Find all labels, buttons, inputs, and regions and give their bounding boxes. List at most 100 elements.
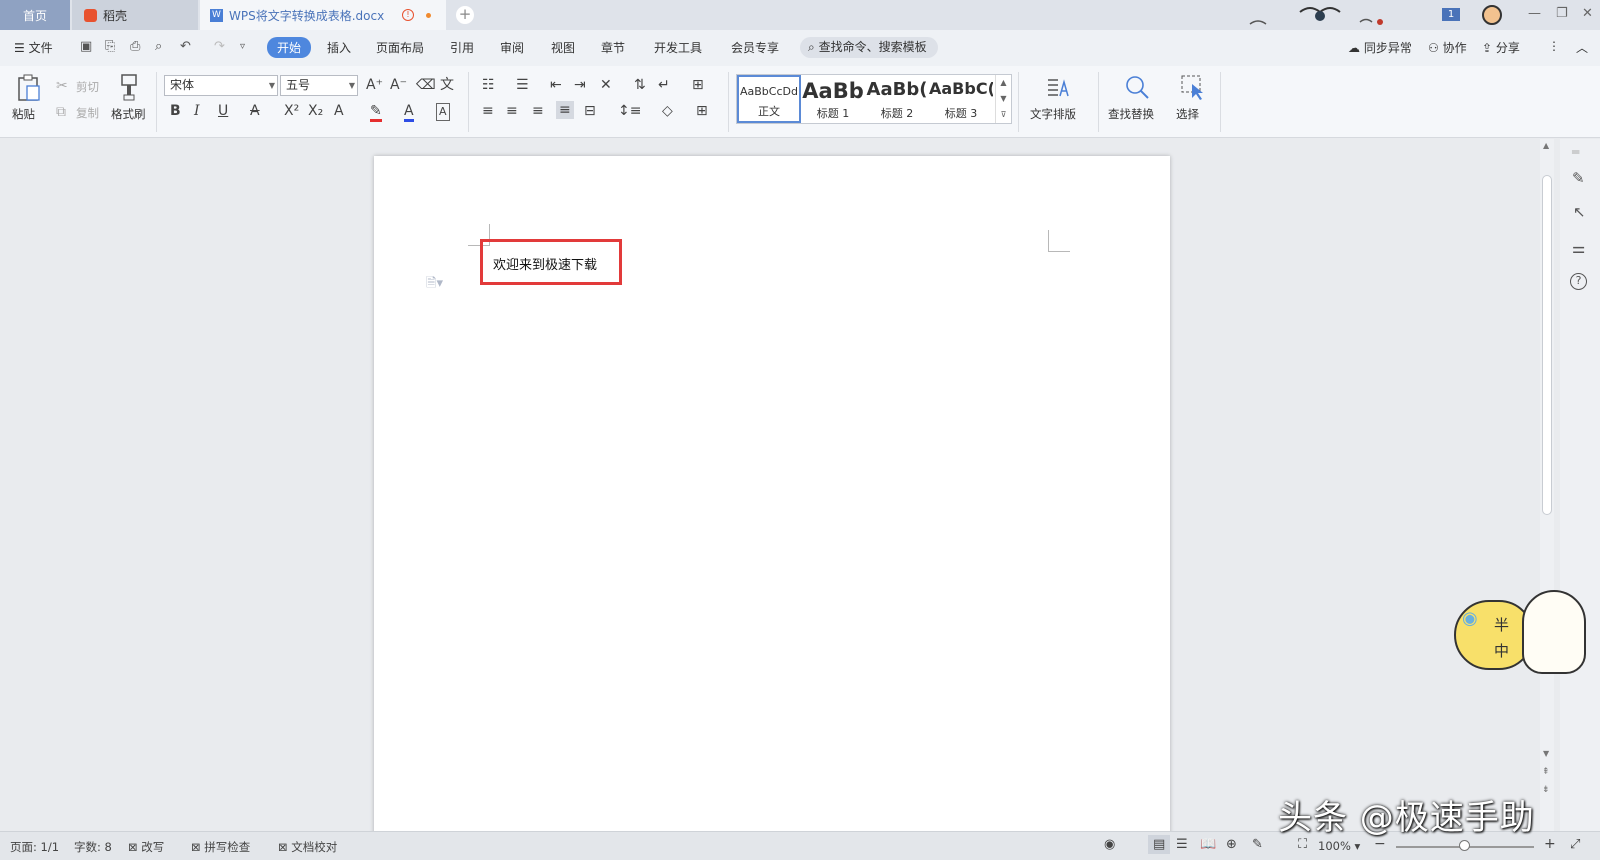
- page-indicator[interactable]: 页面: 1/1: [10, 839, 59, 855]
- scrollbar-thumb[interactable]: [1542, 175, 1552, 515]
- underline-icon[interactable]: U: [218, 103, 228, 119]
- sync-status-button[interactable]: ☁ 同步异常: [1348, 39, 1412, 56]
- increase-indent-icon[interactable]: ⇥: [574, 77, 586, 93]
- fullscreen-icon[interactable]: ⤢: [1570, 837, 1580, 852]
- new-tab-button[interactable]: +: [456, 6, 474, 24]
- page-view-icon[interactable]: ▤: [1148, 835, 1171, 854]
- tab-start[interactable]: 开始: [267, 37, 312, 58]
- print-icon[interactable]: ⎙: [130, 39, 140, 54]
- web-view-icon[interactable]: ⊕: [1226, 837, 1237, 852]
- subscript-icon[interactable]: X₂: [308, 103, 323, 119]
- adjust-icon[interactable]: ⚌: [1572, 239, 1585, 257]
- increase-font-icon[interactable]: A⁺: [366, 77, 383, 93]
- tab-member[interactable]: 会员专享: [731, 39, 779, 56]
- collapse-ribbon-icon[interactable]: ︿: [1576, 39, 1588, 56]
- vertical-scrollbar[interactable]: ▲ ▼ ⇞ ⇟: [1540, 139, 1554, 831]
- zoom-level[interactable]: 100% ▾: [1318, 839, 1360, 853]
- document-page[interactable]: 🗎▾ 欢迎来到极速下载: [374, 156, 1170, 836]
- edit-pen-icon[interactable]: ✎: [1572, 169, 1585, 187]
- font-color-icon[interactable]: A: [404, 103, 414, 122]
- write-mode-icon[interactable]: ✎: [1252, 837, 1263, 852]
- strikethrough-icon[interactable]: A: [250, 103, 260, 119]
- tab-insert[interactable]: 插入: [327, 39, 351, 56]
- highlight-color-icon[interactable]: ✎: [370, 103, 382, 122]
- tab-view[interactable]: 视图: [551, 39, 575, 56]
- show-marks-icon[interactable]: ↵: [658, 77, 670, 93]
- font-size-select[interactable]: 五号 ▼: [280, 75, 358, 96]
- line-spacing-icon[interactable]: ↕≡: [618, 103, 641, 119]
- export-icon[interactable]: ⎘: [105, 39, 115, 54]
- style-gallery-scroll[interactable]: ▲ ▼ ⊽: [995, 75, 1011, 123]
- word-count[interactable]: 字数: 8: [74, 839, 112, 855]
- pointer-icon[interactable]: ↖: [1573, 203, 1586, 221]
- tab-review[interactable]: 审阅: [500, 39, 524, 56]
- customize-toolbar-icon[interactable]: ▿: [240, 41, 245, 52]
- share-button[interactable]: ⇪ 分享: [1482, 39, 1520, 56]
- eye-protection-icon[interactable]: ◉: [1104, 837, 1115, 852]
- prev-page-icon[interactable]: ⇞: [1542, 767, 1550, 777]
- tab-chapter[interactable]: 章节: [601, 39, 625, 56]
- decrease-indent-icon[interactable]: ⇤: [550, 77, 562, 93]
- sort-icon[interactable]: ⇅: [634, 77, 646, 93]
- save-icon[interactable]: ▣: [80, 39, 92, 54]
- next-page-icon[interactable]: ⇟: [1542, 785, 1550, 795]
- fit-page-icon[interactable]: ⛶: [1298, 837, 1307, 852]
- style-heading-1[interactable]: AaBb 标题 1: [801, 75, 865, 123]
- clear-format-icon[interactable]: ⌫: [416, 77, 436, 93]
- cut-label[interactable]: 剪切: [76, 79, 99, 95]
- scroll-up-icon[interactable]: ▲: [1543, 141, 1549, 150]
- borders-icon[interactable]: ⊞: [696, 103, 708, 119]
- command-search-input[interactable]: ⌕ 查找命令、搜索模板: [800, 37, 938, 58]
- character-border-icon[interactable]: A: [436, 103, 450, 121]
- redo-icon[interactable]: ↷: [214, 39, 225, 54]
- zoom-in-icon[interactable]: +: [1544, 836, 1556, 852]
- text-effect-icon[interactable]: A: [334, 103, 344, 119]
- decrease-font-icon[interactable]: A⁻: [390, 77, 407, 93]
- chinese-layout-icon[interactable]: ✕: [600, 77, 612, 93]
- zoom-slider-thumb[interactable]: [1459, 840, 1470, 851]
- tab-developer[interactable]: 开发工具: [654, 39, 702, 56]
- outline-view-icon[interactable]: ☰: [1176, 837, 1188, 852]
- copy-label[interactable]: 复制: [76, 105, 99, 121]
- numbered-list-icon[interactable]: ☰: [516, 77, 529, 93]
- avatar[interactable]: [1482, 5, 1502, 25]
- style-normal[interactable]: AaBbCcDd 正文: [737, 75, 801, 123]
- collaborate-button[interactable]: ⚇ 协作: [1428, 39, 1467, 56]
- file-menu[interactable]: ☰ 文件: [14, 39, 53, 56]
- spell-check-toggle[interactable]: ⊠ 拼写检查: [191, 839, 250, 855]
- restore-icon[interactable]: ❐: [1556, 6, 1568, 21]
- copy-icon[interactable]: ⧉: [56, 104, 66, 120]
- close-icon[interactable]: ✕: [1582, 6, 1593, 21]
- distribute-icon[interactable]: ⊟: [584, 103, 596, 119]
- justify-icon[interactable]: ≡: [556, 101, 574, 119]
- tab-page-layout[interactable]: 页面布局: [376, 39, 424, 56]
- italic-icon[interactable]: I: [194, 103, 200, 119]
- minimize-icon[interactable]: —: [1528, 6, 1541, 21]
- reading-view-icon[interactable]: 📖: [1200, 837, 1216, 852]
- warning-icon[interactable]: !: [402, 9, 414, 21]
- undo-icon[interactable]: ↶: [180, 39, 191, 54]
- style-heading-3[interactable]: AaBbC(标题 3: [929, 75, 993, 123]
- paragraph-handle-icon[interactable]: 🗎▾: [426, 274, 443, 296]
- align-right-icon[interactable]: ≡: [532, 103, 544, 119]
- overwrite-toggle[interactable]: ⊠ 改写: [128, 839, 164, 855]
- shading-icon[interactable]: ◇: [662, 103, 673, 119]
- font-name-select[interactable]: 宋体 ▼: [164, 75, 278, 96]
- help-icon[interactable]: ?: [1570, 273, 1587, 290]
- tab-references[interactable]: 引用: [450, 39, 474, 56]
- proofread-toggle[interactable]: ⊠ 文档校对: [278, 839, 337, 855]
- tab-document[interactable]: W WPS将文字转换成表格.docx !: [200, 0, 446, 30]
- print-preview-icon[interactable]: ⌕: [155, 39, 162, 54]
- bold-icon[interactable]: B: [170, 103, 181, 119]
- more-icon[interactable]: ⋮: [1548, 39, 1560, 53]
- mascot-sticker[interactable]: 半 中 ◉: [1454, 590, 1594, 680]
- user-badge[interactable]: 1: [1442, 8, 1460, 21]
- scroll-down-icon[interactable]: ▼: [1543, 749, 1549, 758]
- superscript-icon[interactable]: X²: [284, 103, 299, 119]
- phonetic-guide-icon[interactable]: 文: [440, 77, 454, 93]
- cut-icon[interactable]: ✂: [56, 78, 68, 94]
- tab-daoke[interactable]: 稻壳: [72, 0, 198, 30]
- align-center-icon[interactable]: ≡: [506, 103, 518, 119]
- table-grid-icon[interactable]: ⊞: [692, 77, 704, 93]
- bullet-list-icon[interactable]: ☷: [482, 77, 495, 93]
